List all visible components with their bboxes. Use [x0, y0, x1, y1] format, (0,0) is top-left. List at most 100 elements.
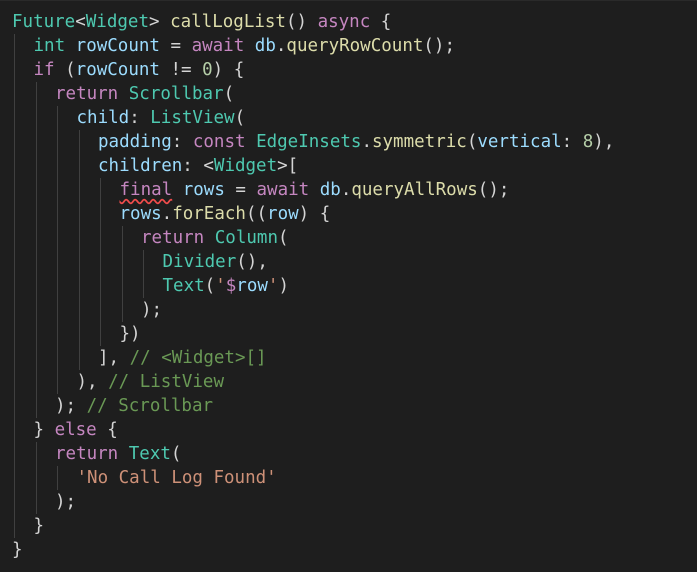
code-token: row — [267, 204, 299, 224]
code-token: ) { — [298, 204, 331, 224]
code-token: int — [33, 36, 66, 56]
code-token: : — [561, 132, 583, 152]
code-lines[interactable]: Future<Widget> callLogList() async {int … — [0, 10, 697, 562]
code-line[interactable]: } — [0, 514, 697, 538]
indent-guide — [78, 226, 80, 250]
indent-guide — [35, 394, 37, 418]
indent-guide — [14, 298, 15, 322]
code-token: EdgeInsets — [256, 132, 362, 152]
code-token: await — [191, 36, 245, 56]
code-line[interactable]: 'No Call Log Found' — [0, 466, 697, 490]
code-token: (( — [245, 204, 268, 224]
code-line[interactable]: } — [0, 538, 697, 562]
code-line[interactable]: }) — [0, 322, 697, 346]
indent-guide — [14, 130, 15, 154]
indent-guide — [143, 274, 144, 298]
code-line[interactable]: children: <Widget>[ — [0, 154, 697, 178]
code-token: return — [141, 228, 205, 248]
indent-guide — [14, 514, 15, 538]
indent-guide — [78, 274, 80, 298]
code-token: ( — [277, 228, 289, 248]
code-line[interactable]: int rowCount = await db.queryRowCount(); — [0, 34, 697, 58]
indent-guide — [35, 322, 37, 346]
indent-guide — [14, 58, 15, 82]
code-token: rowCount — [75, 60, 160, 80]
code-token: else — [54, 420, 97, 440]
indent-guide — [14, 418, 15, 442]
code-line[interactable]: ); — [0, 298, 697, 322]
indent-guide — [57, 298, 58, 322]
code-line[interactable]: rows.forEach((row) { — [0, 202, 697, 226]
indent-guide — [100, 250, 101, 274]
code-line[interactable]: child: ListView( — [0, 106, 697, 130]
code-token: rows — [119, 204, 162, 224]
code-line[interactable]: Divider(), — [0, 250, 697, 274]
code-line[interactable]: } else { — [0, 418, 697, 442]
code-token: vertical — [477, 132, 562, 152]
code-token: padding — [98, 132, 172, 152]
indent-guide — [78, 346, 80, 370]
code-token: ); — [141, 300, 163, 320]
code-token: await — [256, 180, 310, 200]
indent-guide — [57, 130, 58, 154]
code-token: symmetric — [371, 132, 467, 152]
indent-guide — [14, 226, 15, 250]
code-token: row — [236, 276, 268, 296]
indent-guide — [57, 154, 58, 178]
indent-guide — [100, 322, 101, 346]
indent-guide — [35, 106, 37, 130]
indent-guide — [57, 466, 58, 490]
code-token: child — [76, 108, 130, 128]
code-token: 'No Call Log Found' — [76, 468, 277, 488]
code-token: ( — [466, 132, 478, 152]
indent-guide — [100, 178, 101, 202]
indent-guide — [78, 322, 80, 346]
code-line[interactable]: padding: const EdgeInsets.symmetric(vert… — [0, 130, 697, 154]
code-token: ( — [54, 60, 76, 80]
indent-guide — [100, 202, 101, 226]
code-line[interactable]: ); — [0, 490, 697, 514]
indent-guide — [35, 250, 37, 274]
code-token: rowCount — [75, 36, 160, 56]
code-token: : — [171, 132, 193, 152]
code-token: } — [33, 516, 45, 536]
code-token: (); — [477, 180, 510, 200]
indent-guide — [35, 346, 37, 370]
indent-guide — [100, 226, 101, 250]
code-line[interactable]: return Scrollbar( — [0, 82, 697, 106]
code-line[interactable]: ), // ListView — [0, 370, 697, 394]
code-token: Scrollbar — [128, 84, 224, 104]
indent-guide — [14, 370, 15, 394]
indent-guide — [14, 34, 15, 58]
code-line[interactable]: Text('$row') — [0, 274, 697, 298]
code-token: forEach — [172, 204, 246, 224]
code-editor[interactable]: Future<Widget> callLogList() async {int … — [0, 0, 697, 572]
code-token: db — [319, 180, 341, 200]
code-line[interactable]: ); // Scrollbar — [0, 394, 697, 418]
code-line[interactable]: final rows = await db.queryAllRows(); — [0, 178, 697, 202]
indent-guide — [35, 130, 37, 154]
code-token: ( — [170, 444, 182, 464]
indent-guide — [35, 82, 37, 106]
code-line[interactable]: return Text( — [0, 442, 697, 466]
code-line[interactable]: ], // <Widget>[] — [0, 346, 697, 370]
indent-guide — [35, 154, 37, 178]
code-line[interactable]: return Column( — [0, 226, 697, 250]
code-token: Divider — [162, 252, 237, 272]
code-token: Column — [214, 228, 278, 248]
code-token: 8 — [582, 132, 594, 152]
code-token: : — [129, 108, 151, 128]
indent-guide — [14, 274, 15, 298]
indent-guide — [57, 226, 58, 250]
indent-guide — [35, 202, 37, 226]
indent-guide — [78, 154, 80, 178]
indent-guide — [35, 370, 37, 394]
code-line[interactable]: if (rowCount != 0) { — [0, 58, 697, 82]
indent-guide — [35, 490, 37, 514]
indent-guide — [57, 370, 58, 394]
code-token: Future — [12, 12, 76, 32]
code-line[interactable]: Future<Widget> callLogList() async { — [0, 10, 697, 34]
